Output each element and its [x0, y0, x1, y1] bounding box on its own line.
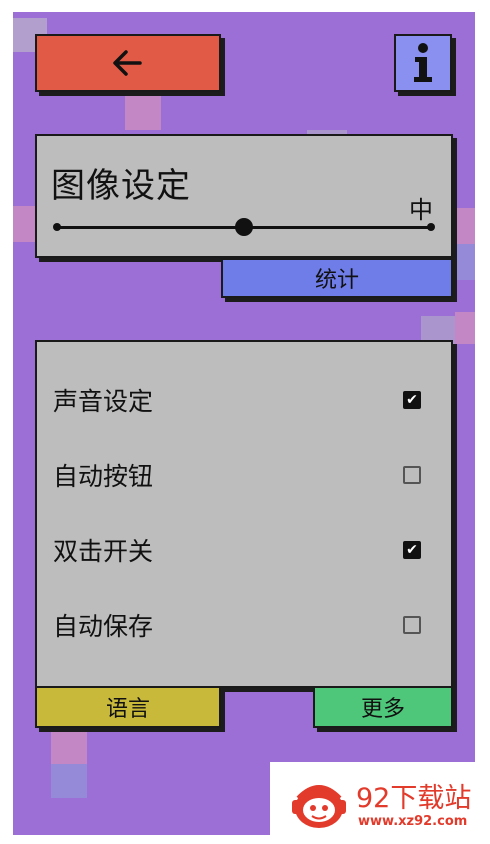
settings-panel: 声音设定 ✔ 自动按钮 双击开关 ✔ 自动保存	[35, 340, 453, 688]
slider-min-dot	[53, 223, 61, 231]
slider-max-dot	[427, 223, 435, 231]
arrow-left-icon	[113, 50, 142, 76]
setting-label: 自动保存	[53, 612, 154, 641]
setting-row-sound[interactable]: 声音设定 ✔	[37, 380, 451, 420]
background-tile	[51, 764, 87, 798]
slider-knob[interactable]	[235, 218, 253, 236]
quality-level-label: 中	[409, 196, 433, 224]
setting-label: 声音设定	[53, 387, 154, 416]
quality-slider[interactable]	[53, 218, 435, 236]
image-settings-title: 图像设定	[51, 166, 191, 206]
info-button[interactable]	[394, 34, 452, 92]
image-settings-panel: 图像设定 中	[35, 134, 453, 258]
setting-row-auto-button[interactable]: 自动按钮	[37, 455, 451, 495]
background-tile	[455, 244, 475, 280]
more-tab[interactable]: 更多	[313, 686, 453, 728]
watermark-url: www.xz92.com	[358, 814, 468, 829]
watermark: 92下载站 www.xz92.com	[270, 762, 490, 844]
setting-row-double-tap[interactable]: 双击开关 ✔	[37, 530, 451, 570]
setting-label: 自动按钮	[53, 462, 154, 491]
double-tap-checkbox[interactable]: ✔	[403, 541, 421, 559]
background-tile	[455, 312, 475, 344]
info-icon	[414, 43, 432, 82]
sound-checkbox[interactable]: ✔	[403, 391, 421, 409]
background-tile	[453, 208, 475, 244]
back-button[interactable]	[35, 34, 221, 92]
watermark-name: 92下载站	[356, 783, 472, 814]
game-screen: 图像设定 中 统计 声音设定 ✔ 自动按钮 双击开关 ✔ 自动保存 语言 更多	[13, 12, 475, 835]
setting-row-auto-save[interactable]: 自动保存	[37, 605, 451, 645]
stats-tab[interactable]: 统计	[221, 258, 453, 298]
language-tab[interactable]: 语言	[35, 686, 221, 728]
background-tile	[51, 730, 87, 764]
auto-button-checkbox[interactable]	[403, 466, 421, 484]
background-tile	[125, 96, 161, 130]
auto-save-checkbox[interactable]	[403, 616, 421, 634]
setting-label: 双击开关	[53, 537, 154, 566]
mascot-logo-icon	[292, 785, 346, 828]
